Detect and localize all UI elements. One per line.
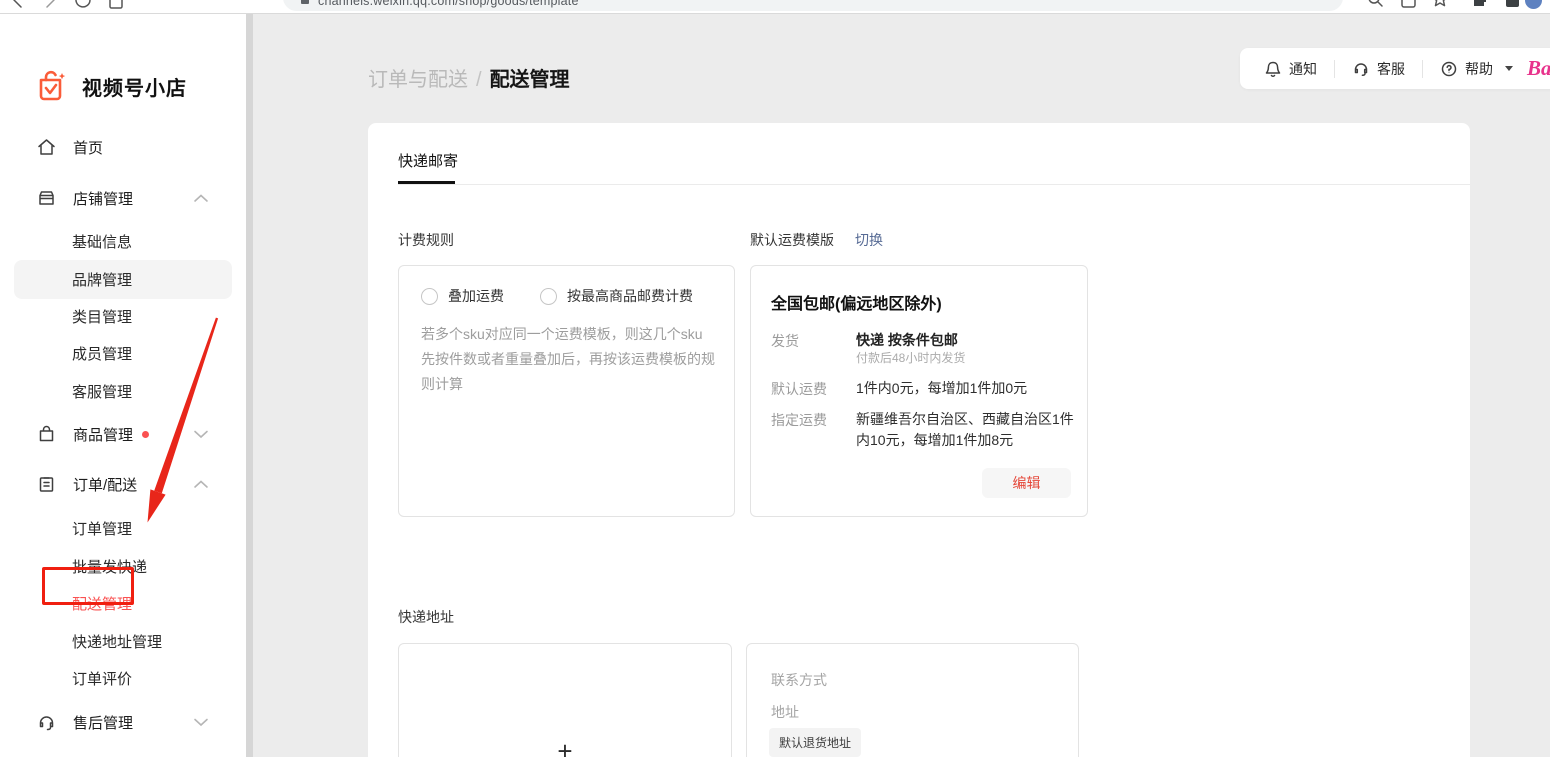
billing-rules-title: 计费规则 (398, 230, 454, 250)
contact-label: 联系方式 (771, 670, 827, 690)
row-sub-shipping: 付款后48小时内发货 (856, 349, 965, 366)
headset-icon (36, 712, 57, 732)
radio-highest-postage[interactable] (540, 288, 557, 305)
default-return-address-badge: 默认退货地址 (769, 728, 861, 757)
edit-button[interactable]: 编辑 (982, 468, 1071, 498)
default-template-title: 默认运费模版 (750, 230, 834, 250)
tab-express-mail[interactable]: 快递邮寄 (398, 150, 458, 171)
row-label-specified-fee: 指定运费 (771, 410, 827, 430)
add-address-box[interactable]: + (398, 643, 732, 757)
browser-page-icon[interactable] (106, 0, 126, 11)
row-value-specified-fee: 新疆维吾尔自治区、西藏自治区1件内10元，每增加1件加8元 (856, 409, 1076, 451)
browser-bookmark-star-icon[interactable] (1430, 0, 1450, 11)
brand-logo[interactable]: Ba (1527, 58, 1550, 79)
notifications-button[interactable]: 通知 (1264, 59, 1317, 79)
divider (1422, 60, 1423, 78)
row-value-shipping: 快递 按条件包邮 (856, 330, 1076, 351)
browser-extensions-icon[interactable] (1468, 0, 1488, 11)
browser-search-icon[interactable] (1365, 0, 1385, 11)
plus-icon[interactable]: + (399, 736, 731, 757)
address-label: 地址 (771, 702, 799, 722)
row-value-default-fee: 1件内0元，每增加1件加0元 (856, 378, 1076, 399)
brand-logo-glyph: Ba (1527, 58, 1550, 79)
row-label-default-fee: 默认运费 (771, 379, 827, 399)
divider (1334, 60, 1335, 78)
billing-description: 若多个sku对应同一个运费模板，则这几个sku先按件数或者重量叠加后，再按该运费… (421, 322, 716, 397)
breadcrumb-parent[interactable]: 订单与配送 (368, 69, 468, 91)
radio-stack-shipping[interactable] (421, 288, 438, 305)
sidebar-item-product-mgmt[interactable]: 商品管理 (0, 415, 247, 453)
browser-reload-icon[interactable] (72, 0, 94, 11)
browser-save-icon[interactable] (1398, 0, 1418, 11)
tab-divider (398, 184, 1470, 185)
help-button[interactable]: 帮助 (1440, 59, 1513, 79)
headset-icon (1352, 60, 1370, 78)
header-actions: 通知 客服 帮助 Ba 1 (1240, 48, 1550, 89)
chevron-up-icon[interactable] (193, 193, 209, 203)
sidebar-item-member-mgmt[interactable]: 成员管理 (0, 334, 247, 372)
notification-dot (142, 431, 149, 438)
sidebar-item-order-delivery[interactable]: 订单/配送 (0, 465, 247, 503)
express-address-title: 快递地址 (398, 607, 454, 627)
url-text[interactable]: channels.weixin.qq.com/shop/goods/templa… (318, 0, 579, 8)
customer-service-button[interactable]: 客服 (1352, 59, 1405, 79)
chevron-up-icon[interactable] (193, 479, 209, 489)
breadcrumb-separator: / (468, 69, 490, 91)
content-card: 快递邮寄 计费规则 默认运费模版 切换 叠加运费 按最高商品邮费计费 若多个sk… (368, 123, 1470, 757)
screen: channels.weixin.qq.com/shop/goods/templa… (0, 0, 1550, 757)
chevron-down-icon[interactable] (193, 429, 209, 439)
sidebar-item-brand-mgmt[interactable]: 品牌管理 (0, 260, 247, 298)
browser-downloads-icon[interactable] (1502, 0, 1522, 11)
store-icon (36, 188, 57, 208)
browser-back-icon[interactable] (8, 0, 28, 11)
bell-icon (1264, 60, 1282, 78)
sidebar-scrollbar[interactable] (246, 14, 253, 757)
clipboard-icon (36, 474, 57, 494)
sidebar-item-home[interactable]: 首页 (0, 128, 247, 166)
caret-down-icon (1505, 66, 1513, 71)
app-title: 视频号小店 (82, 72, 187, 101)
chevron-down-icon[interactable] (193, 717, 209, 727)
breadcrumb: 订单与配送/配送管理 (368, 63, 570, 92)
sidebar-item-express-address-mgmt[interactable]: 快递地址管理 (0, 622, 247, 660)
bag-icon (36, 424, 57, 444)
sidebar-item-category-mgmt[interactable]: 类目管理 (0, 297, 247, 335)
sidebar: 视频号小店 首页 店铺管理 基础信息 品牌管理 类目管理 成员管理 客服管理 商… (0, 14, 247, 757)
shipping-template-box: 全国包邮(偏远地区除外) 发货 快递 按条件包邮 付款后48小时内发货 默认运费… (750, 265, 1088, 517)
billing-rules-box: 叠加运费 按最高商品邮费计费 若多个sku对应同一个运费模板，则这几个sku先按… (398, 265, 735, 517)
sidebar-item-store-mgmt[interactable]: 店铺管理 (0, 179, 247, 217)
switch-template-link[interactable]: 切换 (855, 230, 883, 250)
sidebar-item-order-reviews[interactable]: 订单评价 (0, 659, 247, 697)
sidebar-item-basic-info[interactable]: 基础信息 (0, 222, 247, 260)
question-circle-icon (1440, 60, 1458, 78)
sidebar-item-aftersales-mgmt[interactable]: 售后管理 (0, 703, 247, 741)
browser-toolbar: channels.weixin.qq.com/shop/goods/templa… (0, 0, 1550, 14)
breadcrumb-current: 配送管理 (490, 69, 570, 91)
browser-profile-avatar[interactable] (1525, 0, 1542, 9)
app-logo: 视频号小店 (36, 69, 187, 103)
address-info-box: 联系方式 地址 默认退货地址 (746, 643, 1079, 757)
browser-forward-icon[interactable] (40, 0, 60, 11)
sidebar-item-delivery-mgmt[interactable]: 配送管理 (0, 584, 247, 622)
row-label-shipping: 发货 (771, 331, 799, 351)
sidebar-item-service-mgmt[interactable]: 客服管理 (0, 372, 247, 410)
site-info-icon[interactable] (298, 0, 312, 9)
sidebar-item-order-mgmt[interactable]: 订单管理 (0, 509, 247, 547)
shop-bag-logo-icon (36, 69, 68, 103)
billing-radio-group: 叠加运费 按最高商品邮费计费 (421, 286, 719, 306)
template-name: 全国包邮(偏远地区除外) (771, 290, 942, 314)
home-icon (36, 137, 57, 157)
sidebar-item-batch-shipping[interactable]: 批量发快递 (0, 547, 247, 585)
